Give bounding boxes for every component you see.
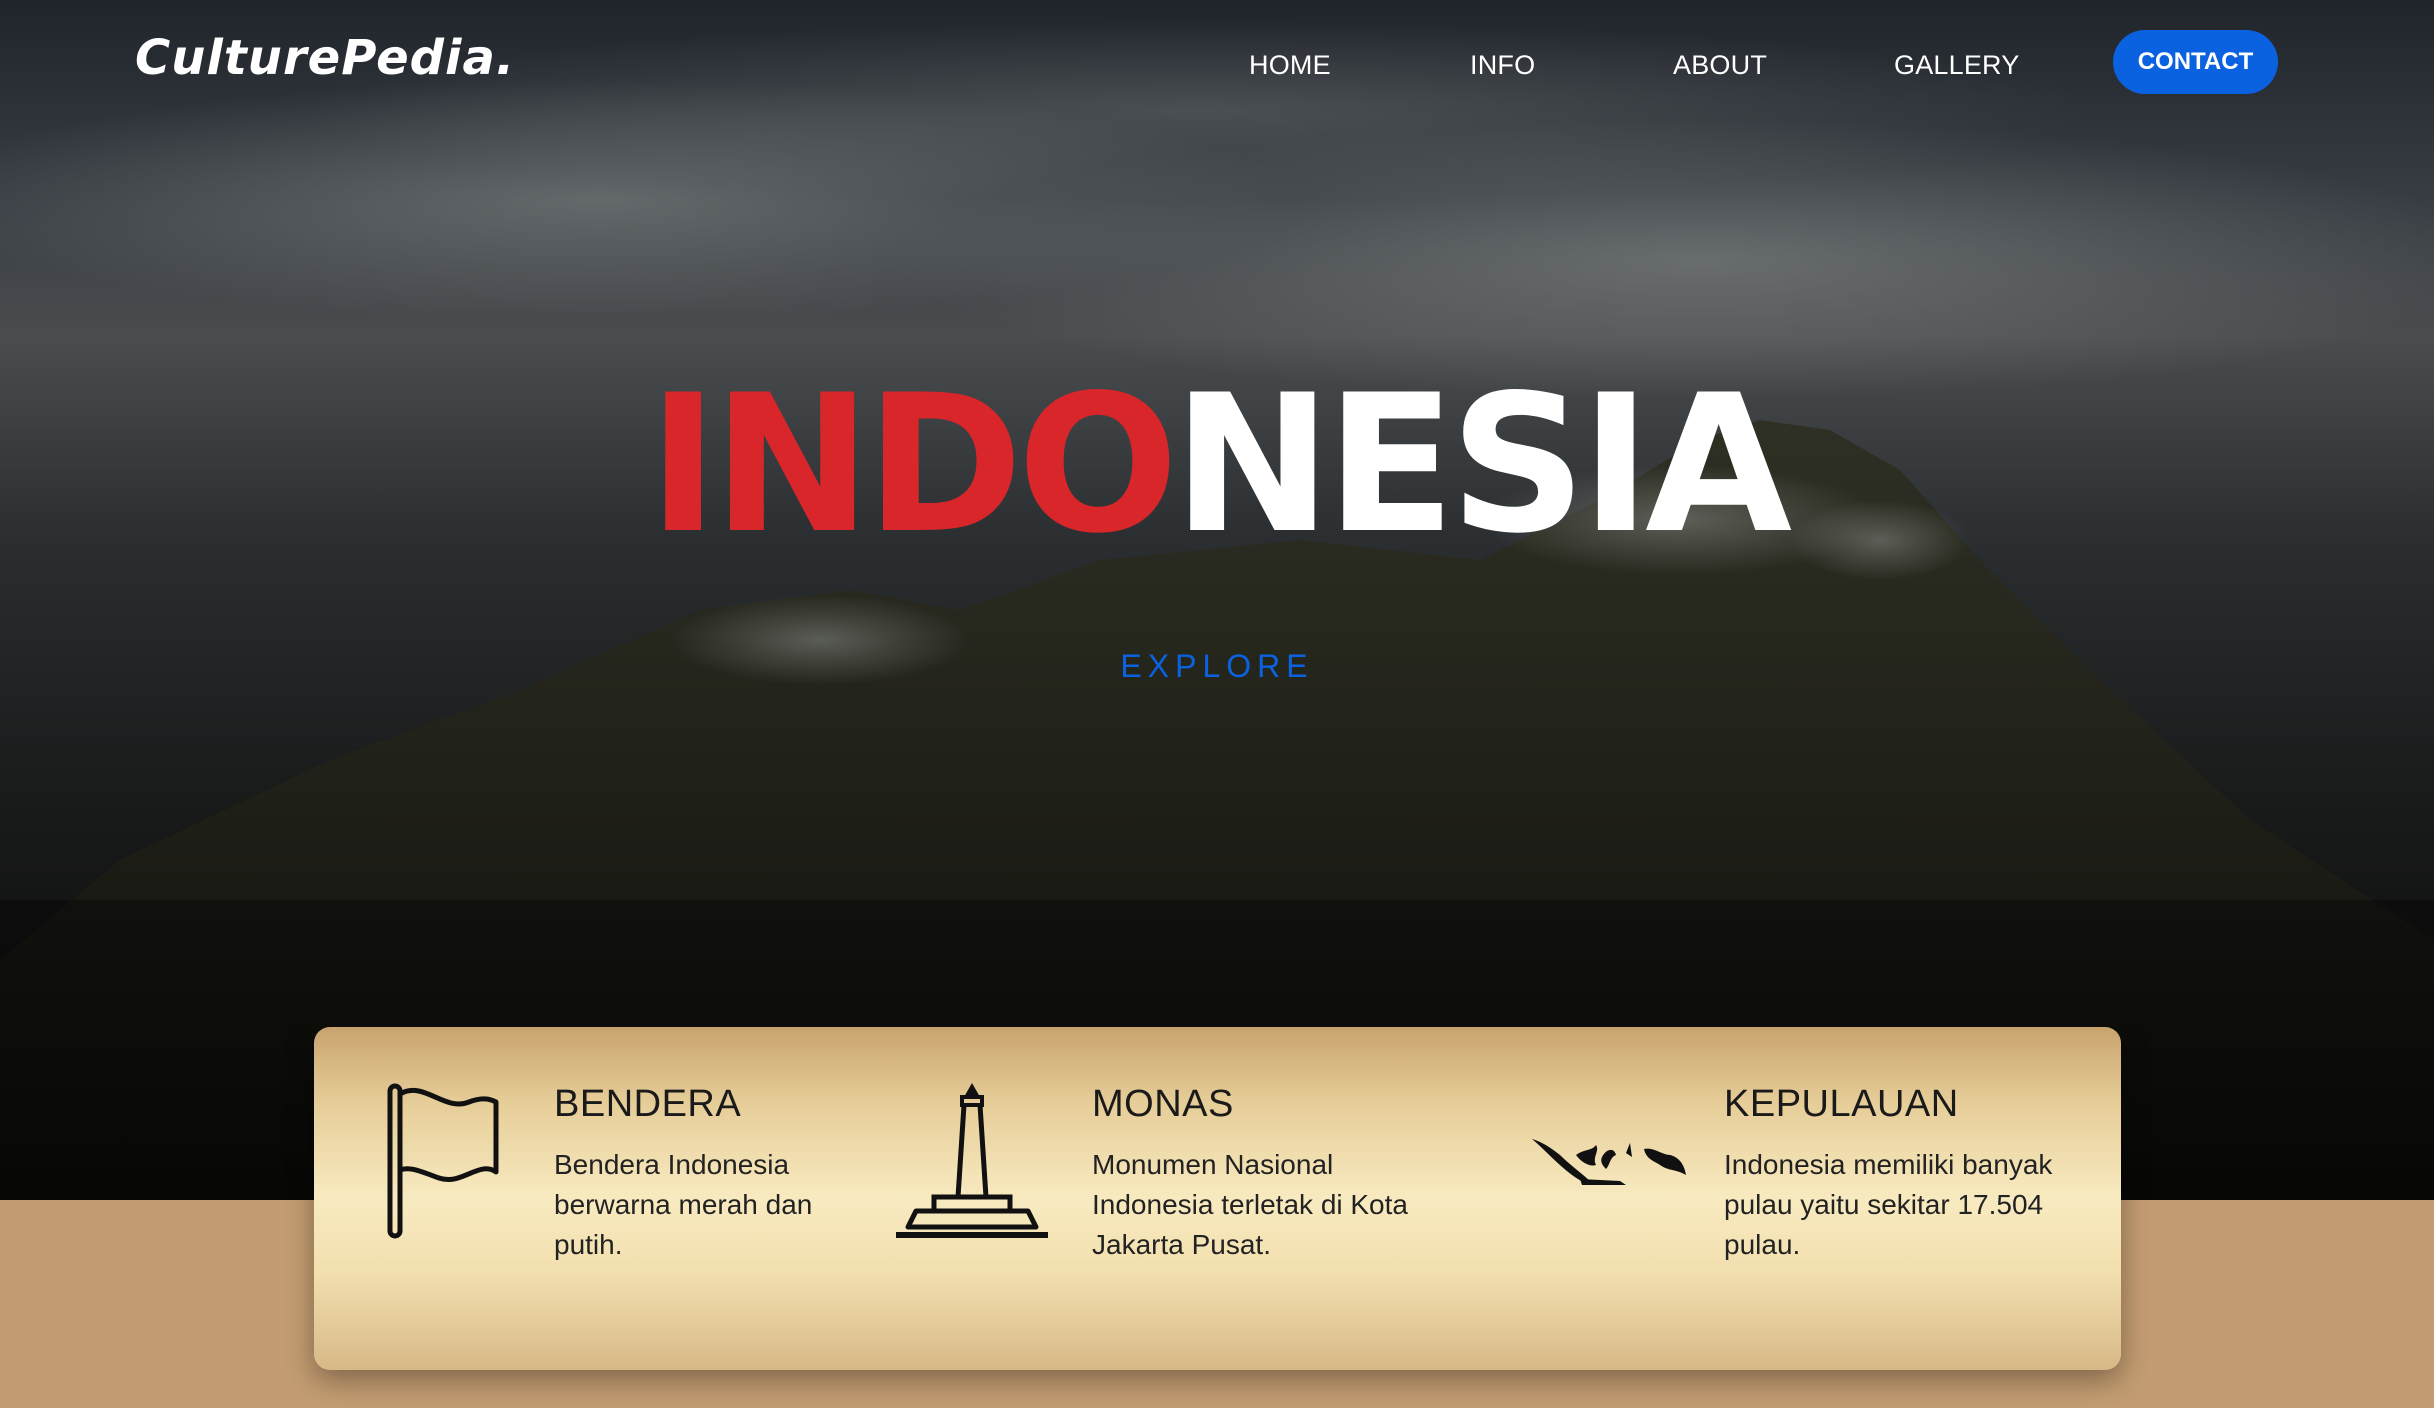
flag-icon [387,1083,499,1239]
feature-card: BENDERA Bendera Indonesia berwarna merah… [314,1027,2121,1370]
nav-item-info[interactable]: INFO [1470,50,1535,81]
navbar: CulturePedia. HOME INFO ABOUT GALLERY CO… [0,0,2434,128]
monument-icon [896,1083,1048,1238]
feature-text: Bendera Indonesia berwarna merah dan put… [554,1149,813,1260]
feature-monas: MONAS Monumen Nasional Indonesia terleta… [894,1027,1494,1370]
feature-bendera: BENDERA Bendera Indonesia berwarna merah… [314,1027,914,1370]
explore-button[interactable]: EXPLORE [0,648,2434,685]
nav-menu: HOME INFO ABOUT GALLERY [0,44,2434,84]
archipelago-map-icon [1532,1139,1686,1185]
contact-button[interactable]: CONTACT [2113,30,2278,94]
hero-title-red: INDO [647,354,1179,575]
nav-item-home[interactable]: HOME [1249,50,1331,81]
hero-background [0,0,2434,1200]
feature-title: MONAS [1092,1083,1234,1125]
feature-title: KEPULAUAN [1724,1083,1959,1125]
nav-item-about[interactable]: ABOUT [1673,50,1767,81]
feature-title: BENDERA [554,1083,742,1125]
nav-item-gallery[interactable]: GALLERY [1894,50,2019,81]
hero-title-white: NESIA [1172,354,1792,575]
feature-kepulauan: KEPULAUAN Indonesia memiliki banyak pula… [1474,1027,2121,1370]
feature-text: Indonesia memiliki banyak pulau yaitu se… [1724,1149,2053,1260]
hero-title: INDONESIA [0,370,2434,560]
mountain-image [0,20,2434,1200]
feature-text: Monumen Nasional Indonesia terletak di K… [1092,1149,1408,1260]
